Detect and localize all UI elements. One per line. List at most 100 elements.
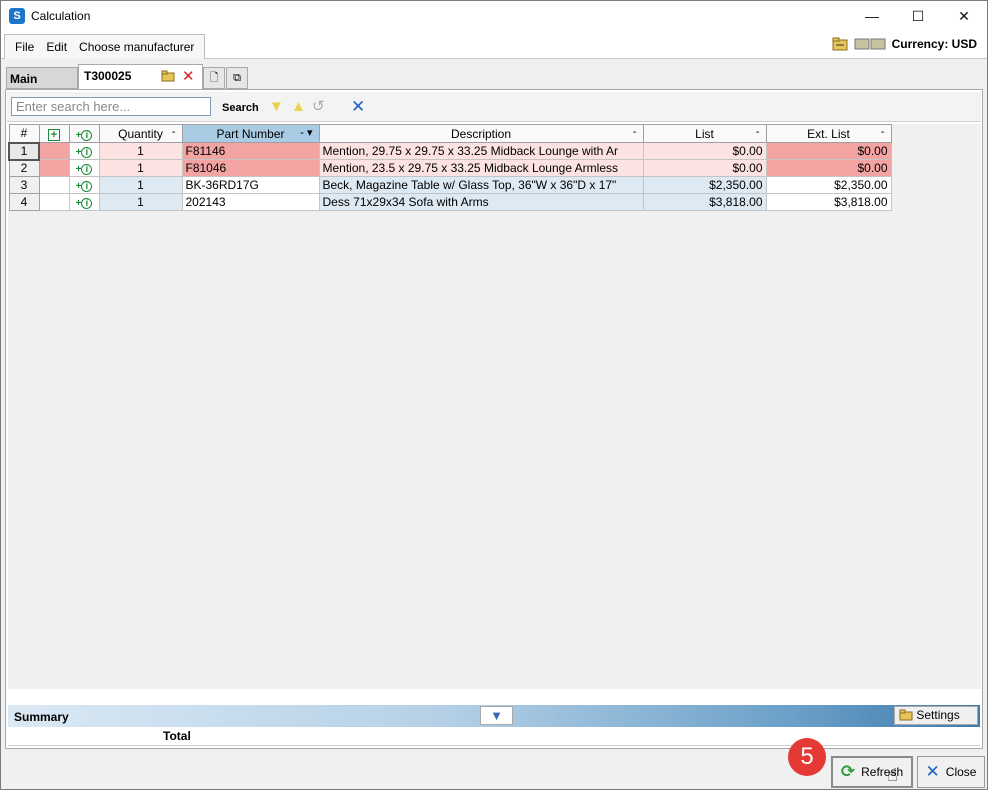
summary-expand-button[interactable]: ▼ (480, 706, 513, 725)
copy-document-icon[interactable]: ⧉ (226, 67, 248, 89)
row-info-cell[interactable]: + i (68, 159, 100, 177)
table-row[interactable]: 3 + i 1 BK-36RD17G Beck, Magazine Table w… (8, 176, 892, 194)
refresh-button[interactable]: ⟳ Refresh (831, 756, 913, 788)
row-number[interactable]: 1 (8, 141, 40, 161)
step-badge: 5 (788, 738, 826, 776)
calculation-window: S Calculation — ☐ ✕ File Edit Choose man… (0, 0, 988, 790)
table-row[interactable]: 2 + i 1 F81046 Mention, 23.5 x 29.75 x 33… (8, 159, 892, 177)
row-number[interactable]: 2 (8, 159, 40, 177)
window-title: Calculation (31, 9, 91, 23)
summary-label: Summary (14, 710, 69, 724)
tab-document-label: T300025 (84, 69, 132, 83)
col-num[interactable]: # (8, 124, 40, 143)
description-cell[interactable]: Mention, 23.5 x 29.75 x 33.25 Midback Lo… (318, 159, 644, 177)
quantity-cell[interactable]: 1 (98, 159, 183, 177)
filter-icon[interactable]: ▼ (269, 99, 284, 115)
add-info-icon[interactable]: + i (76, 164, 93, 175)
description-cell[interactable]: Dess 71x29x34 Sofa with Arms (318, 193, 644, 211)
tab-main[interactable]: Main (6, 67, 78, 89)
col-ext-list[interactable]: Ext. List - (765, 124, 892, 143)
window-close-button[interactable]: ✕ (941, 1, 987, 31)
clear-icon[interactable]: ✕ (351, 98, 365, 115)
row-number[interactable]: 3 (8, 176, 40, 194)
currency-label: Currency: USD (891, 37, 977, 51)
currency-area: Currency: USD (832, 37, 977, 51)
col-add[interactable]: + (38, 124, 70, 143)
part-number-cell[interactable]: F81046 (181, 159, 320, 177)
col-list[interactable]: List - (642, 124, 767, 143)
part-number-cell[interactable]: BK-36RD17G (181, 176, 320, 194)
part-number-cell[interactable]: F81146 (181, 142, 320, 160)
add-info-icon[interactable]: + i (76, 198, 93, 209)
minimize-button[interactable]: — (849, 1, 895, 31)
row-info-cell[interactable]: + i (68, 193, 100, 211)
ext-list-cell[interactable]: $2,350.00 (765, 176, 892, 194)
ext-list-cell[interactable]: $3,818.00 (765, 193, 892, 211)
summary-bar: Summary ▼ Settings (8, 705, 980, 727)
row-add-cell[interactable] (38, 193, 70, 211)
search-label[interactable]: Search (222, 102, 259, 114)
refresh-icon: ⟳ (840, 762, 856, 781)
row-info-cell[interactable]: + i (68, 176, 100, 194)
maximize-button[interactable]: ☐ (895, 1, 941, 31)
col-quantity-label: Quantity (118, 126, 163, 141)
description-cell[interactable]: Beck, Magazine Table w/ Glass Top, 36"W … (318, 176, 644, 194)
add-info-icon[interactable]: + i (76, 147, 93, 158)
row-add-cell[interactable] (38, 159, 70, 177)
menu-edit[interactable]: Edit (40, 40, 73, 54)
col-ext-list-label: Ext. List (807, 126, 850, 141)
description-cell[interactable]: Mention, 29.75 x 29.75 x 33.25 Midback L… (318, 142, 644, 160)
quantity-cell[interactable]: 1 (98, 176, 183, 194)
row-info-cell[interactable]: + i (68, 142, 100, 160)
new-document-icon[interactable]: 🗋 (203, 67, 225, 89)
list-price-cell[interactable]: $0.00 (642, 142, 767, 160)
folder-icon[interactable] (161, 70, 175, 82)
add-info-icon[interactable]: + i (76, 181, 93, 192)
list-price-cell[interactable]: $2,350.00 (642, 176, 767, 194)
triangle-icon[interactable]: ▲ (291, 99, 306, 115)
table-row[interactable]: 1 + i 1 F81146 Mention, 29.75 x 29.75 x 3… (8, 141, 892, 161)
ext-list-cell[interactable]: $0.00 (765, 159, 892, 177)
col-quantity[interactable]: Quantity - (98, 124, 183, 143)
menu-choose-manufacturer[interactable]: Choose manufacturer (73, 40, 200, 54)
col-description[interactable]: Description - (318, 124, 644, 143)
total-label: Total (163, 729, 191, 743)
folder-icon[interactable] (832, 37, 848, 51)
total-row: Total (8, 727, 980, 746)
col-part-number-label: Part Number (216, 126, 285, 141)
list-price-cell[interactable]: $3,818.00 (642, 193, 767, 211)
ext-list-cell[interactable]: $0.00 (765, 142, 892, 160)
items-grid: # + + i Quantity - Part Number - ▾ Descript… (8, 124, 892, 211)
menu-bar: File Edit Choose manufacturer Currency: … (1, 31, 987, 59)
close-icon: ✕ (925, 762, 940, 781)
main-content: Search ▼ ▲ ↺ ✕ # + +i Quantity- Part Num… (5, 89, 983, 749)
hand-cursor-icon: ☝ (887, 765, 898, 785)
search-row: Search ▼ ▲ ↺ ✕ (7, 92, 981, 122)
tab-document[interactable]: T300025 ✕ (78, 64, 203, 89)
row-add-cell[interactable] (38, 176, 70, 194)
menu-file[interactable]: File (9, 40, 40, 54)
undo-icon[interactable]: ↺ (312, 99, 325, 115)
grid-scrollbar[interactable] (972, 124, 981, 689)
row-add-cell[interactable] (38, 142, 70, 160)
add-row-icon[interactable]: + (48, 128, 60, 141)
list-price-cell[interactable]: $0.00 (642, 159, 767, 177)
app-icon: S (9, 8, 25, 24)
close-tab-icon[interactable]: ✕ (182, 67, 195, 85)
search-input[interactable] (11, 97, 211, 116)
col-list-label: List (695, 126, 714, 141)
title-bar: S Calculation — ☐ ✕ (1, 1, 987, 31)
col-info[interactable]: + i (68, 124, 100, 143)
quantity-cell[interactable]: 1 (98, 193, 183, 211)
quantity-cell[interactable]: 1 (98, 142, 183, 160)
col-description-label: Description (450, 126, 512, 141)
table-row[interactable]: 4 + i 1 202143 Dess 71x29x34 Sofa with Ar… (8, 193, 892, 211)
close-button[interactable]: ✕ Close (917, 756, 985, 788)
col-part-number[interactable]: Part Number - ▾ (181, 124, 320, 143)
folder-icon (899, 709, 913, 721)
settings-button[interactable]: Settings (894, 706, 978, 725)
grid-header-row: # + + i Quantity - Part Number - ▾ Descript… (8, 124, 892, 143)
row-number[interactable]: 4 (8, 193, 40, 211)
chevron-down-icon: ▼ (490, 708, 503, 723)
part-number-cell[interactable]: 202143 (181, 193, 320, 211)
